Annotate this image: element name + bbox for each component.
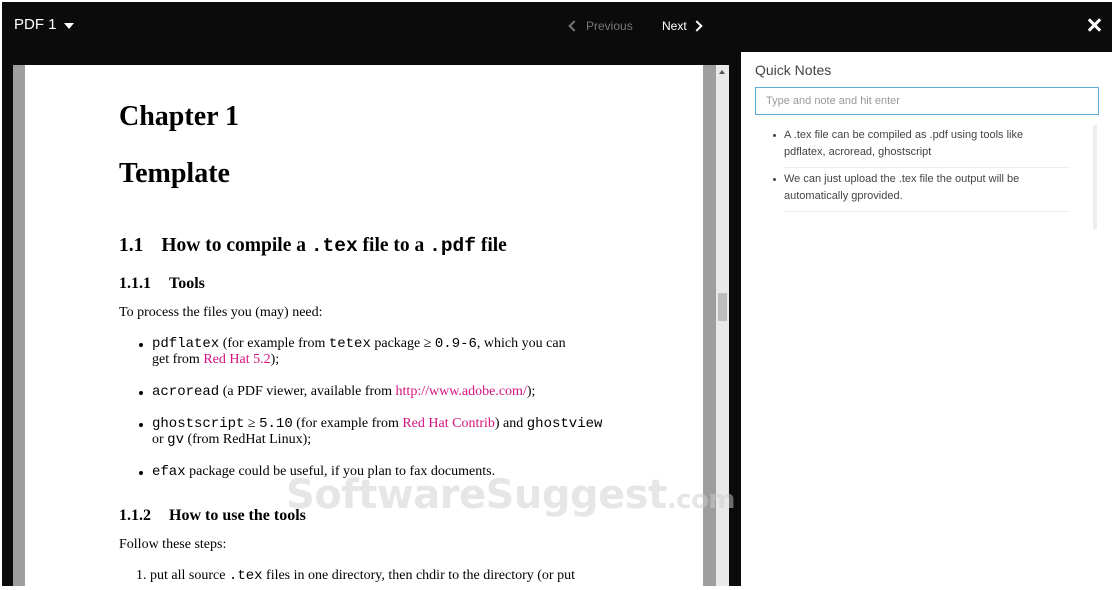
subsection-title: Tools (169, 275, 205, 292)
subsection-number: 1.1.1 (119, 275, 151, 292)
subsection-heading-usage: 1.1.2 How to use the tools (119, 507, 306, 525)
code-text: 5.10 (259, 416, 293, 432)
code-text: tetex (328, 336, 371, 352)
code-text: ghostscript (152, 416, 245, 432)
caret-down-icon (63, 22, 74, 29)
redhat-contrib-link[interactable]: Red Hat Contrib (402, 416, 495, 431)
text-span: ) and (494, 416, 524, 431)
code-text: ghostview (526, 416, 603, 432)
pdf-page: Chapter 1 Template 1.1 How to compile a .… (25, 65, 703, 586)
list-item-text: pdflatex (for example from tetex package… (152, 336, 566, 368)
note-item: We can just upload the .tex file the out… (773, 171, 1070, 205)
code-text: gv (167, 432, 184, 448)
text-span: (for example from (222, 336, 326, 351)
chevron-right-icon (691, 20, 703, 32)
text-span: ); (526, 384, 536, 399)
previous-button[interactable]: Previous (568, 19, 633, 33)
pdf-scrollbar[interactable] (716, 65, 729, 586)
note-text-line: automatically gprovided. (784, 190, 903, 202)
text-span: or (152, 432, 164, 447)
quick-notes-panel: Quick Notes A .tex file can be compiled … (741, 52, 1112, 586)
bullet-dot (139, 343, 143, 347)
chevron-left-icon (568, 20, 580, 32)
notes-list: A .tex file can be compiled as .pdf usin… (755, 125, 1097, 229)
bullet-dot (139, 423, 143, 427)
subsection-heading-tools: 1.1.1 Tools (119, 275, 205, 293)
text-span: (a PDF viewer, available from (222, 384, 393, 399)
note-input[interactable] (755, 87, 1099, 115)
bullet-dot (773, 134, 776, 137)
list-item-text: efax package could be useful, if you pla… (152, 464, 495, 480)
chapter-heading: Chapter 1 (119, 101, 240, 132)
code-text: acroread (152, 384, 220, 400)
text-span: package could be useful, if you plan to … (189, 464, 496, 479)
ordered-list-item: 1. put all source .tex files in one dire… (136, 568, 575, 584)
list-item-text: ghostscript ≥ 5.10 (for example from Red… (152, 416, 602, 448)
document-title: Template (119, 158, 230, 189)
intro-paragraph: To process the files you (may) need: (119, 305, 323, 320)
section-code-1: .tex (310, 235, 358, 257)
section-text-1: How to compile a (161, 235, 306, 256)
redhat-link[interactable]: Red Hat 5.2 (203, 352, 270, 367)
note-text-line: A .tex file can be compiled as .pdf usin… (784, 129, 1024, 141)
step-number: 1. (136, 568, 147, 583)
subsection-title: How to use the tools (169, 507, 306, 524)
code-text: .tex (228, 568, 263, 584)
section-text-2: file to a (362, 235, 425, 256)
bullet-dot (139, 471, 143, 475)
text-span: (for example from (296, 416, 399, 431)
document-selector-label: PDF 1 (14, 16, 57, 33)
bullet-dot (773, 178, 776, 181)
section-text-3: file (480, 235, 507, 256)
note-divider (784, 211, 1070, 212)
text-span: , which you can (476, 336, 566, 351)
code-text: 0.9-6 (434, 336, 477, 352)
scroll-thumb[interactable] (718, 293, 727, 321)
toolbar: PDF 1 Previous Next (2, 2, 1112, 52)
text-span: ≥ (247, 416, 256, 431)
text-span: package ≥ (374, 336, 432, 351)
section-code-2: .pdf (429, 235, 476, 257)
text-span: put all source (150, 568, 226, 583)
close-icon[interactable] (1086, 16, 1102, 34)
text-span: files in one directory, then chdir to th… (266, 568, 575, 583)
pdf-viewport[interactable]: Chapter 1 Template 1.1 How to compile a .… (13, 65, 729, 586)
note-text-line: We can just upload the .tex file the out… (784, 173, 1020, 185)
next-label: Next (662, 19, 687, 33)
section-heading: 1.1 How to compile a .tex file to a .pdf … (119, 235, 507, 257)
bullet-dot (139, 391, 143, 395)
adobe-link[interactable]: http://www.adobe.com/ (396, 384, 527, 399)
next-button[interactable]: Next (662, 19, 703, 33)
subsection-number: 1.1.2 (119, 507, 151, 524)
document-selector[interactable]: PDF 1 (14, 16, 74, 33)
pdf-viewer-modal: PDF 1 Previous Next Chapter 1 Template 1… (2, 2, 1112, 586)
text-span: get from (152, 352, 200, 367)
code-text: pdflatex (152, 336, 220, 352)
steps-intro: Follow these steps: (119, 537, 227, 552)
code-text: efax (152, 464, 186, 480)
quick-notes-title: Quick Notes (755, 62, 832, 78)
note-text-line: pdflatex, acroread, ghostscript (784, 146, 932, 158)
scroll-up-arrow-icon[interactable] (719, 70, 725, 74)
note-divider (784, 167, 1070, 168)
text-span: (from RedHat Linux); (187, 432, 312, 447)
section-number: 1.1 (119, 235, 144, 256)
list-item-text: acroread (a PDF viewer, available from h… (152, 384, 535, 400)
previous-label: Previous (586, 19, 633, 33)
text-span: ); (270, 352, 280, 367)
note-item: A .tex file can be compiled as .pdf usin… (773, 127, 1070, 161)
